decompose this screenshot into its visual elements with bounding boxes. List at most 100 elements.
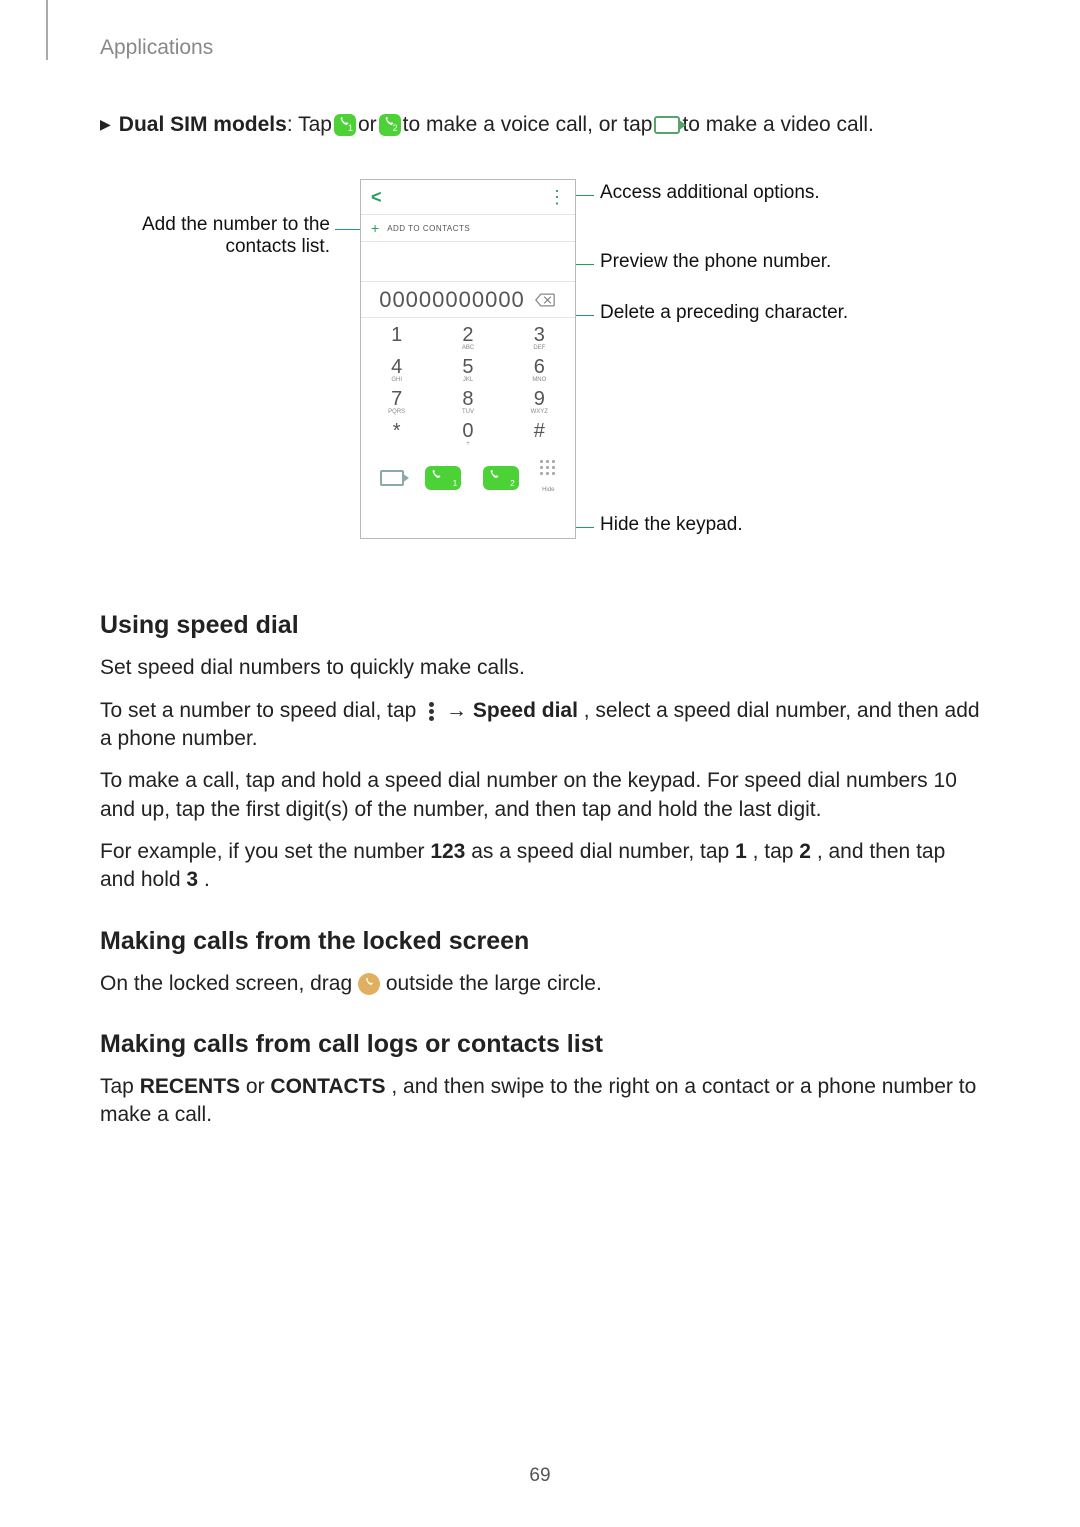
- heading-call-logs: Making calls from call logs or contacts …: [100, 1030, 980, 1059]
- para: On the locked screen, drag outside the l…: [100, 970, 980, 998]
- num-1: 1: [735, 840, 747, 863]
- callout-add-contacts: Add the number to the contacts list.: [90, 214, 330, 258]
- dialed-number: 00000000000: [379, 287, 525, 313]
- key-letters: DEF: [504, 345, 575, 351]
- num-3: 3: [186, 868, 198, 891]
- callout-access-options: Access additional options.: [600, 182, 820, 204]
- page-number: 69: [0, 1465, 1080, 1487]
- key-number: 5: [432, 357, 503, 377]
- dialer-diagram: Add the number to the contacts list. Acc…: [100, 179, 980, 579]
- text: as a speed dial number, tap: [471, 840, 735, 863]
- keypad-row: 4GHI5JKL6MNO: [361, 354, 575, 386]
- bullet-triangle-icon: ▶: [100, 115, 111, 135]
- keypad-key-2[interactable]: 2ABC: [432, 322, 503, 354]
- keypad-row: 7PQRS8TUV9WXYZ: [361, 386, 575, 418]
- plus-icon: +: [371, 220, 379, 236]
- key-number: 3: [504, 325, 575, 345]
- keypad-key-1[interactable]: 1: [361, 322, 432, 354]
- para: Tap RECENTS or CONTACTS , and then swipe…: [100, 1073, 980, 1130]
- key-letters: MNO: [504, 377, 575, 383]
- text: or: [358, 110, 377, 139]
- more-options-icon[interactable]: ⋮: [548, 193, 565, 201]
- dual-sim-label: Dual SIM models: [119, 110, 287, 139]
- heading-speed-dial: Using speed dial: [100, 611, 980, 640]
- hide-label: Hide: [542, 487, 554, 493]
- text: To set a number to speed dial, tap: [100, 699, 422, 722]
- side-rule: [46, 0, 48, 60]
- heading-locked-screen: Making calls from the locked screen: [100, 927, 980, 956]
- video-call-button-icon[interactable]: [380, 470, 404, 486]
- key-number: *: [361, 421, 432, 441]
- keypad-key-5[interactable]: 5JKL: [432, 354, 503, 386]
- add-to-contacts-row[interactable]: + ADD TO CONTACTS: [361, 214, 575, 242]
- backspace-icon[interactable]: [535, 293, 557, 307]
- para: Set speed dial numbers to quickly make c…: [100, 654, 980, 682]
- keypad-row: *0+#: [361, 418, 575, 450]
- key-number: 1: [361, 325, 432, 345]
- text: .: [204, 868, 210, 891]
- dual-sim-line: ▶ Dual SIM models : Tap or to make a voi…: [100, 110, 980, 139]
- contacts-label: CONTACTS: [270, 1075, 385, 1098]
- key-number: 4: [361, 357, 432, 377]
- key-letters: WXYZ: [504, 409, 575, 415]
- phone-drag-icon: [358, 973, 380, 995]
- key-number: 2: [432, 325, 503, 345]
- phone-mockup: < ⋮ + ADD TO CONTACTS 00000000000 12ABC3…: [360, 179, 576, 539]
- text: outside the large circle.: [386, 972, 602, 995]
- key-letters: PQRS: [361, 409, 432, 415]
- content-area: ▶ Dual SIM models : Tap or to make a voi…: [100, 110, 980, 1144]
- back-icon[interactable]: <: [371, 187, 382, 208]
- keypad-row: 12ABC3DEF: [361, 322, 575, 354]
- preview-strip: [361, 242, 575, 282]
- sim1-call-button[interactable]: [425, 466, 461, 490]
- page-header: Applications: [100, 36, 213, 60]
- keypad-key-9[interactable]: 9WXYZ: [504, 386, 575, 418]
- text: or: [246, 1075, 271, 1098]
- key-number: 9: [504, 389, 575, 409]
- key-number: 0: [432, 421, 503, 441]
- key-number: 8: [432, 389, 503, 409]
- more-options-vertical-icon: [424, 700, 438, 723]
- callout-delete: Delete a preceding character.: [600, 302, 848, 324]
- key-number: #: [504, 421, 575, 441]
- para: To make a call, tap and hold a speed dia…: [100, 767, 980, 824]
- recents-label: RECENTS: [140, 1075, 240, 1098]
- phone-top-bar: < ⋮: [361, 180, 575, 214]
- key-letters: JKL: [432, 377, 503, 383]
- text: On the locked screen, drag: [100, 972, 358, 995]
- keypad-key-*[interactable]: *: [361, 418, 432, 450]
- number-display-row: 00000000000: [361, 282, 575, 318]
- keypad-key-0[interactable]: 0+: [432, 418, 503, 450]
- key-letters: GHI: [361, 377, 432, 383]
- key-letters: TUV: [432, 409, 503, 415]
- key-number: 7: [361, 389, 432, 409]
- add-to-contacts-label: ADD TO CONTACTS: [387, 224, 470, 233]
- keypad-key-3[interactable]: 3DEF: [504, 322, 575, 354]
- para: For example, if you set the number 123 a…: [100, 838, 980, 895]
- key-letters: +: [432, 441, 503, 447]
- text: to make a video call.: [682, 110, 873, 139]
- sim2-call-button[interactable]: [483, 466, 519, 490]
- text: Tap: [100, 1075, 140, 1098]
- key-letters: ABC: [432, 345, 503, 351]
- callout-hide-keypad: Hide the keypad.: [600, 514, 743, 536]
- keypad-key-#[interactable]: #: [504, 418, 575, 450]
- text: : Tap: [287, 110, 332, 139]
- text: , tap: [753, 840, 800, 863]
- sim2-call-icon: [379, 114, 401, 136]
- text: to make a voice call, or tap: [403, 110, 653, 139]
- keypad-key-7[interactable]: 7PQRS: [361, 386, 432, 418]
- bottom-action-row: Hide: [361, 454, 575, 504]
- keypad-key-6[interactable]: 6MNO: [504, 354, 575, 386]
- hide-keypad-button[interactable]: Hide: [540, 460, 556, 496]
- keypad-key-8[interactable]: 8TUV: [432, 386, 503, 418]
- para: To set a number to speed dial, tap → Spe…: [100, 697, 980, 754]
- num-2: 2: [799, 840, 811, 863]
- speed-dial-bold: Speed dial: [473, 699, 578, 722]
- num-123: 123: [430, 840, 465, 863]
- keypad: 12ABC3DEF4GHI5JKL6MNO7PQRS8TUV9WXYZ*0+#: [361, 318, 575, 454]
- key-number: 6: [504, 357, 575, 377]
- sim1-call-icon: [334, 114, 356, 136]
- keypad-key-4[interactable]: 4GHI: [361, 354, 432, 386]
- callout-preview: Preview the phone number.: [600, 251, 831, 273]
